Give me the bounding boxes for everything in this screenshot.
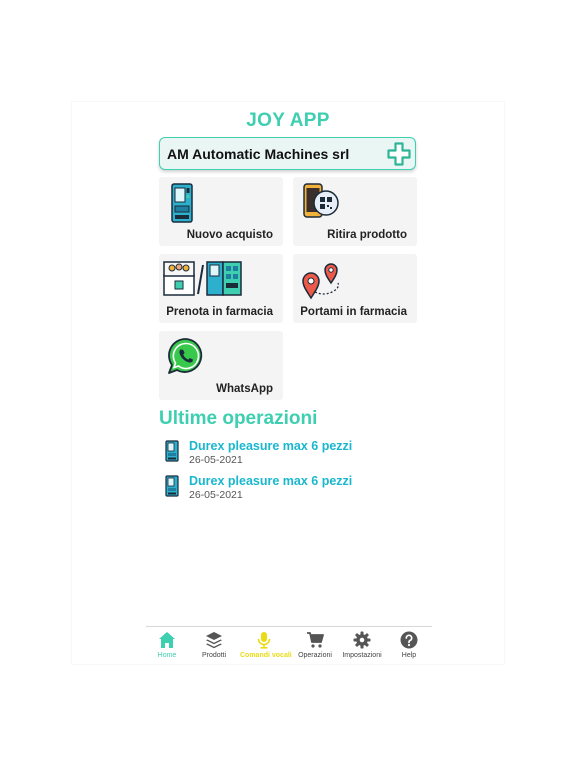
pharmacy-cross-icon [387,142,411,166]
list-item[interactable]: Durex pleasure max 6 pezzi 26-05-2021 [163,474,423,506]
home-icon [159,632,175,648]
microphone-icon [257,632,271,649]
nav-label: Help [401,652,417,659]
operation-name: Durex pleasure max 6 pezzi [189,474,353,488]
help-icon [400,631,418,649]
map-route-icon [302,263,340,300]
nav-item-impostazioni[interactable]: Impostazioni [338,631,386,659]
tile-label: Ritira prodotto [327,229,407,241]
vending-machine-icon [165,440,179,462]
nav-item-comandi-vocali[interactable]: Comandi vocali [240,631,292,659]
phone-qr-code-icon [303,183,339,218]
tile-nuovo-acquisto[interactable]: Nuovo acquisto [159,177,283,246]
bottom-nav: Home Prodotti Comandi vocali Operazioni [146,626,432,663]
app-screen [72,102,504,664]
vending-machine-icon [171,183,193,223]
tile-prenota-in-farmacia[interactable]: Prenota in farmacia [159,254,283,323]
cart-icon [307,632,324,648]
whatsapp-icon [168,338,203,374]
nav-item-prodotti[interactable]: Prodotti [190,631,238,659]
vending-machine-icon [165,475,179,497]
list-item[interactable]: Durex pleasure max 6 pezzi 26-05-2021 [163,439,423,471]
nav-label: Home [157,652,177,659]
operation-date: 26-05-2021 [189,454,243,466]
nav-item-help[interactable]: Help [385,631,433,659]
operation-date: 26-05-2021 [189,489,243,501]
nav-item-operazioni[interactable]: Operazioni [291,631,339,659]
layers-icon [206,632,222,649]
nav-label: Comandi vocali [240,652,292,659]
tile-label: WhatsApp [216,383,273,395]
tile-label: Portami in farmacia [300,306,407,318]
tile-label: Prenota in farmacia [166,306,273,318]
operation-name: Durex pleasure max 6 pezzi [189,439,353,453]
app-title: JOY APP [246,110,330,131]
nav-label: Prodotti [201,652,227,659]
machine-selector[interactable]: AM Automatic Machines srl [159,137,416,170]
tile-whatsapp[interactable]: WhatsApp [159,331,283,400]
nav-item-home[interactable]: Home [143,631,191,659]
nav-label: Operazioni [298,652,332,659]
gear-icon [353,631,371,649]
nav-label: Impostazioni [342,652,382,659]
machine-name: AM Automatic Machines srl [167,146,350,162]
section-title-recent: Ultime operazioni [159,408,318,429]
tile-label: Nuovo acquisto [186,229,273,241]
tile-ritira-prodotto[interactable]: Ritira prodotto [293,177,417,246]
tile-portami-in-farmacia[interactable]: Portami in farmacia [293,254,417,323]
pharmacy-booking-icon [163,261,242,296]
